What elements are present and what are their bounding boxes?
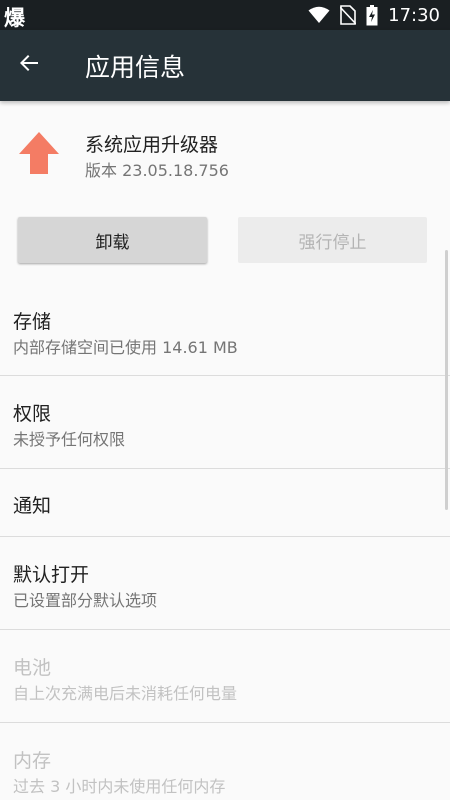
force-stop-button[interactable]: 强行停止 <box>238 217 427 263</box>
item-title: 内存 <box>13 750 52 772</box>
item-subtitle: 过去 3 小时内未使用任何内存 <box>13 777 226 796</box>
item-title: 电池 <box>13 657 52 679</box>
uninstall-button[interactable]: 卸载 <box>18 217 207 263</box>
wifi-icon <box>308 6 330 24</box>
item-subtitle: 已设置部分默认选项 <box>13 591 158 610</box>
open-by-default-item[interactable]: 默认打开 已设置部分默认选项 <box>0 537 450 629</box>
up-arrow-icon <box>18 131 60 179</box>
memory-item: 内存 过去 3 小时内未使用任何内存 <box>0 723 450 800</box>
app-name: 系统应用升级器 <box>85 134 219 156</box>
clock: 17:30 <box>388 4 440 26</box>
item-subtitle: 内部存储空间已使用 14.61 MB <box>13 338 238 357</box>
storage-item[interactable]: 存储 内部存储空间已使用 14.61 MB <box>0 290 450 375</box>
item-subtitle: 自上次充满电后未消耗任何电量 <box>13 684 238 703</box>
status-bar: 爆 17:30 <box>0 0 450 30</box>
no-sim-icon <box>340 5 357 25</box>
battery-charging-icon <box>366 4 378 26</box>
app-header: 系统应用升级器 版本 23.05.18.756 <box>0 101 450 211</box>
permissions-item[interactable]: 权限 未授予任何权限 <box>0 376 450 468</box>
item-title: 存储 <box>13 311 52 333</box>
scrollbar[interactable] <box>445 250 448 510</box>
item-subtitle: 未授予任何权限 <box>13 430 126 449</box>
arrow-left-icon <box>17 51 41 79</box>
notifications-item[interactable]: 通知 <box>0 469 450 536</box>
app-bar: 应用信息 <box>0 30 450 101</box>
app-version: 版本 23.05.18.756 <box>85 161 229 180</box>
back-button[interactable] <box>14 50 44 80</box>
item-title: 默认打开 <box>13 564 90 586</box>
battery-item: 电池 自上次充满电后未消耗任何电量 <box>0 630 450 722</box>
item-title: 权限 <box>13 403 52 425</box>
notification-glyph: 爆 <box>4 6 25 30</box>
item-title: 通知 <box>13 495 52 517</box>
page-title: 应用信息 <box>85 53 186 82</box>
